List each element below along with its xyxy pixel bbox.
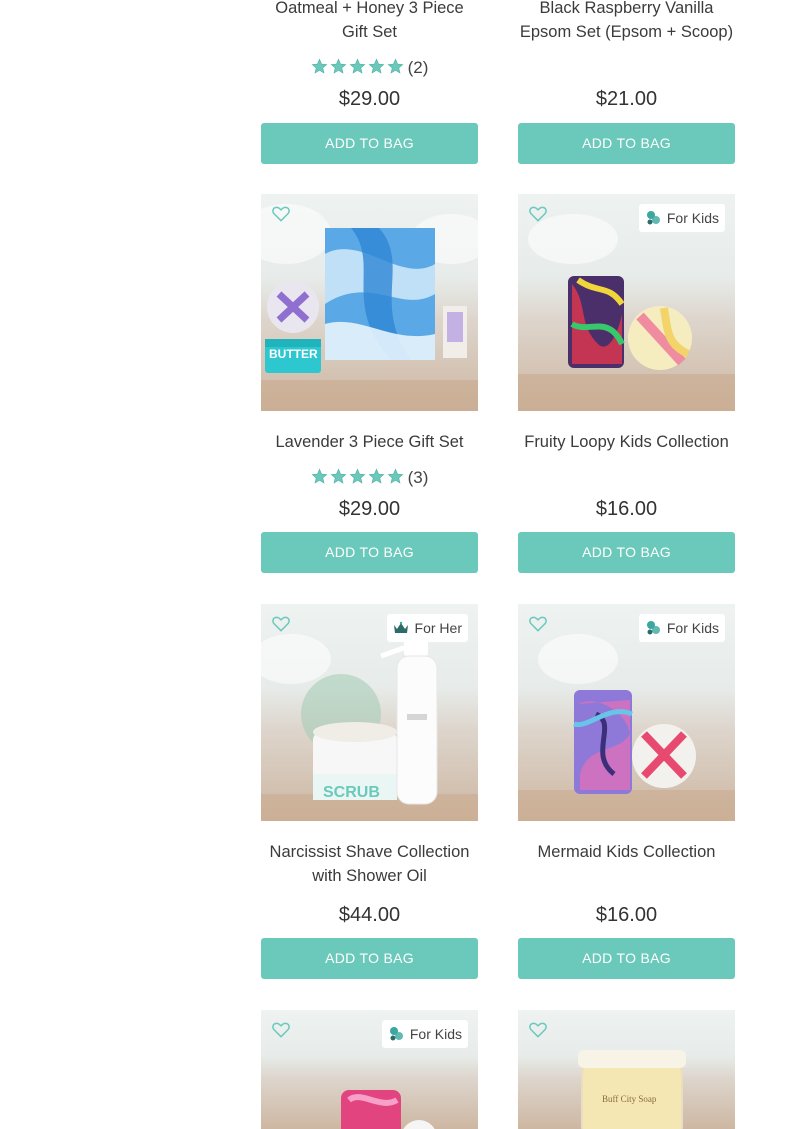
product-price: $29.00 — [338, 88, 401, 110]
star-icon — [311, 58, 328, 74]
rating-count[interactable]: (2) — [408, 58, 429, 77]
category-tag-label: For Kids — [409, 1026, 462, 1042]
category-tag: For Kids — [381, 1020, 468, 1048]
product-title[interactable]: Mermaid Kids Collection — [518, 840, 735, 864]
add-to-bag-button[interactable]: ADD TO BAG — [261, 532, 478, 573]
product-image[interactable]: For Kids — [518, 194, 735, 411]
product-price: $16.00 — [595, 904, 658, 926]
product-image[interactable]: For Kids — [261, 1010, 478, 1129]
wishlist-heart-icon[interactable] — [528, 1020, 548, 1040]
product-rating: (3) — [261, 465, 478, 489]
image-label-butter: BUTTER — [269, 347, 318, 361]
wishlist-heart-icon[interactable] — [271, 614, 291, 634]
add-to-bag-button[interactable]: ADD TO BAG — [261, 938, 478, 979]
product-image[interactable]: Buff City Soap — [518, 1010, 735, 1129]
image-label-scrub: SCRUB — [323, 784, 380, 801]
product-price: $29.00 — [338, 498, 401, 520]
brand-logo-mark: Buff City Soap — [602, 1094, 657, 1104]
category-tag-label: For Her — [414, 620, 462, 636]
product-title[interactable]: Lavender 3 Piece Gift Set — [261, 430, 478, 454]
rating-count[interactable]: (3) — [408, 468, 429, 487]
star-icon — [387, 468, 404, 484]
wishlist-heart-icon[interactable] — [271, 204, 291, 224]
wishlist-heart-icon[interactable] — [528, 204, 548, 224]
category-tag: For Kids — [638, 204, 725, 232]
add-to-bag-button[interactable]: ADD TO BAG — [518, 532, 735, 573]
crown-icon — [393, 621, 408, 633]
product-price: $21.00 — [595, 88, 658, 110]
wishlist-heart-icon[interactable] — [528, 614, 548, 634]
product-rating: (2) — [261, 55, 478, 79]
add-to-bag-button[interactable]: ADD TO BAG — [518, 123, 735, 164]
category-tag-label: For Kids — [666, 210, 719, 226]
add-to-bag-button[interactable]: ADD TO BAG — [261, 123, 478, 164]
category-tag: For Kids — [638, 614, 725, 642]
category-tag-label: For Kids — [666, 620, 719, 636]
product-image[interactable]: SCRUB For Her — [261, 604, 478, 821]
rating-stars — [311, 56, 406, 80]
product-price: $16.00 — [595, 498, 658, 520]
star-icon — [349, 468, 366, 484]
product-image[interactable]: For Kids — [518, 604, 735, 821]
star-icon — [387, 58, 404, 74]
star-icon — [311, 468, 328, 484]
product-price: $44.00 — [338, 904, 401, 926]
star-icon — [368, 58, 385, 74]
star-icon — [330, 58, 347, 74]
bubbles-icon — [389, 1027, 403, 1041]
star-icon — [349, 58, 366, 74]
wishlist-heart-icon[interactable] — [271, 1020, 291, 1040]
product-title[interactable]: Narcissist Shave Collection with Shower … — [261, 840, 478, 888]
star-icon — [368, 468, 385, 484]
product-title[interactable]: Oatmeal + Honey 3 Piece Gift Set — [261, 0, 478, 44]
rating-stars — [311, 466, 406, 490]
star-icon — [330, 468, 347, 484]
bubbles-icon — [646, 621, 660, 635]
product-image[interactable]: BUTTER — [261, 194, 478, 411]
add-to-bag-button[interactable]: ADD TO BAG — [518, 938, 735, 979]
category-tag: For Her — [386, 614, 468, 642]
product-title[interactable]: Fruity Loopy Kids Collection — [518, 430, 735, 454]
product-title[interactable]: Black Raspberry Vanilla Epsom Set (Epsom… — [518, 0, 735, 44]
bubbles-icon — [646, 211, 660, 225]
